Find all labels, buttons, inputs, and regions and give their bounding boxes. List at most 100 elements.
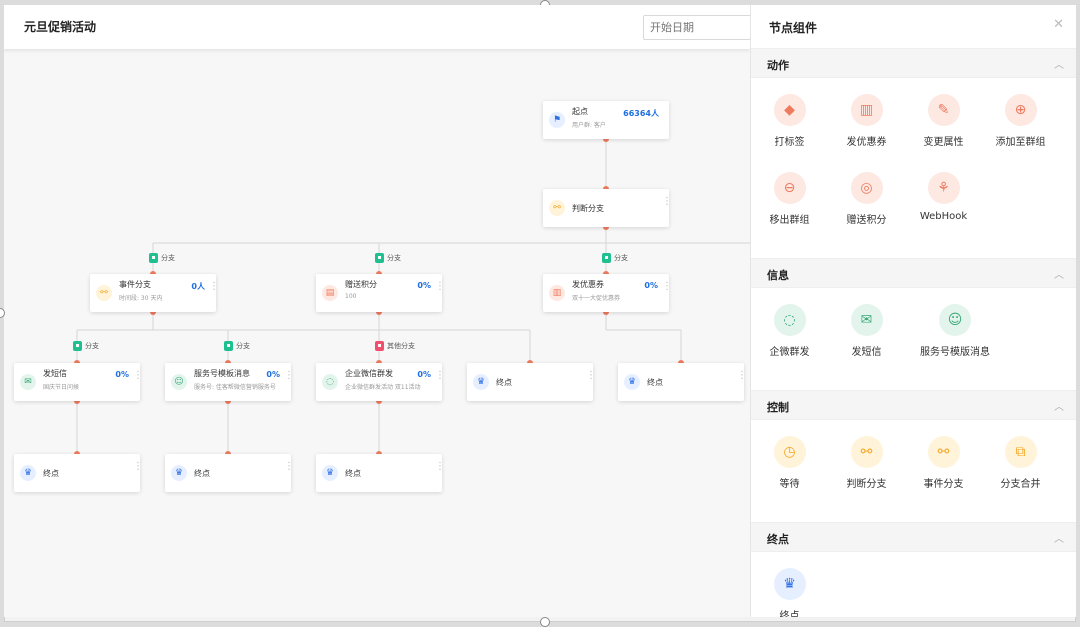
more-menu-icon[interactable]: ⋮ bbox=[133, 371, 143, 381]
component-label: 判断分支 bbox=[846, 479, 887, 490]
branch-tag[interactable]: ▪ 分支 bbox=[149, 253, 175, 263]
other-branch-tag[interactable]: ▪ 其他分支 bbox=[375, 341, 415, 351]
component-label: 添加至群组 bbox=[995, 137, 1046, 148]
more-menu-icon[interactable]: ⋮ bbox=[662, 282, 672, 292]
component-tag[interactable]: ◆ 打标签 bbox=[751, 92, 828, 170]
node-coupon[interactable]: ▥ 发优惠券 双十一大促优惠券 0% ⋮ bbox=[543, 274, 672, 312]
node-stat: 0% bbox=[417, 370, 431, 379]
component-change-attribute[interactable]: ✎ 变更属性 bbox=[905, 92, 982, 170]
more-menu-icon[interactable]: ⋮ bbox=[435, 282, 445, 292]
close-icon[interactable]: ✕ bbox=[1053, 17, 1064, 32]
points-icon: ◎ bbox=[850, 172, 883, 204]
component-label: 分支合并 bbox=[1000, 479, 1041, 490]
branch-tag-label: 分支 bbox=[161, 254, 175, 262]
node-stat: 0% bbox=[266, 370, 280, 379]
node-start[interactable]: ⚑ 起点 用户群: 客户 66364人 bbox=[543, 101, 669, 139]
flag-icon: ⚑ bbox=[549, 112, 565, 128]
merge-icon: ⧉ bbox=[1004, 436, 1037, 468]
node-subtitle: 服务号: 佳客帮微信营销服务号 bbox=[194, 384, 276, 391]
branch-tag[interactable]: ▪ 分支 bbox=[224, 341, 250, 351]
node-end[interactable]: ♛ 终点 ⋮ bbox=[165, 454, 294, 492]
node-subtitle: 企业微信群发活动 双11活动 bbox=[345, 384, 421, 391]
more-menu-icon[interactable]: ⋮ bbox=[662, 197, 672, 207]
component-end[interactable]: ♛ 终点 bbox=[751, 566, 828, 617]
node-template-message[interactable]: ☺ 服务号模板消息 服务号: 佳客帮微信营销服务号 0% ⋮ bbox=[165, 363, 294, 401]
trophy-icon: ♛ bbox=[624, 374, 640, 390]
branch-tag[interactable]: ▪ 分支 bbox=[73, 341, 99, 351]
branch-icon: ▪ bbox=[602, 253, 611, 263]
trophy-icon: ♛ bbox=[171, 465, 187, 481]
start-date-input[interactable] bbox=[643, 15, 750, 40]
node-judge-branch[interactable]: ⚯ 判断分支 ⋮ bbox=[543, 189, 672, 227]
component-label: 等待 bbox=[779, 479, 800, 490]
branch-tag-label: 分支 bbox=[387, 254, 401, 262]
event-branch-icon: ⚯ bbox=[927, 436, 960, 468]
wecom-icon: ◌ bbox=[322, 374, 338, 390]
component-wait[interactable]: ◷ 等待 bbox=[751, 434, 828, 512]
component-add-to-group[interactable]: ⊕ 添加至群组 bbox=[982, 92, 1059, 170]
branch-tag[interactable]: ▪ 分支 bbox=[602, 253, 628, 263]
more-menu-icon[interactable]: ⋮ bbox=[133, 462, 143, 472]
component-label: 移出群组 bbox=[769, 215, 810, 226]
branch-tag[interactable]: ▪ 分支 bbox=[375, 253, 401, 263]
node-stat: 0人 bbox=[191, 282, 205, 291]
component-template-message[interactable]: ☺ 服务号模版消息 bbox=[905, 302, 1005, 380]
node-end[interactable]: ♛ 终点 ⋮ bbox=[467, 363, 596, 401]
node-wecom-broadcast[interactable]: ◌ 企业微信群发 企业微信群发活动 双11活动 0% ⋮ bbox=[316, 363, 445, 401]
webhook-icon: ⚘ bbox=[927, 172, 960, 204]
node-components-panel: 节点组件 ✕ 动作 ︿ ◆ 打标签 ▥ 发优惠券 ✎ 变更属性 ⊕ 添加至群组 … bbox=[750, 5, 1076, 617]
node-gift-points[interactable]: ▤ 赠送积分 100 0% ⋮ bbox=[316, 274, 445, 312]
coupon-icon: ▥ bbox=[850, 94, 883, 126]
component-label: WebHook bbox=[919, 211, 968, 222]
more-menu-icon[interactable]: ⋮ bbox=[737, 371, 747, 381]
component-sms[interactable]: ✉ 发短信 bbox=[828, 302, 905, 380]
trophy-icon: ♛ bbox=[20, 465, 36, 481]
resize-handle-bottom[interactable] bbox=[540, 617, 550, 627]
node-sms[interactable]: ✉ 发短信 国庆节日问候 0% ⋮ bbox=[14, 363, 143, 401]
node-subtitle: 用户群: 客户 bbox=[572, 122, 606, 129]
more-menu-icon[interactable]: ⋮ bbox=[586, 371, 596, 381]
branch-icon: ▪ bbox=[375, 341, 384, 351]
node-end[interactable]: ♛ 终点 ⋮ bbox=[14, 454, 143, 492]
chat-bubble-icon: ◌ bbox=[773, 304, 806, 336]
trophy-icon: ♛ bbox=[473, 374, 489, 390]
component-gift-points[interactable]: ◎ 赠送积分 bbox=[828, 170, 905, 248]
node-stat: 0% bbox=[644, 281, 658, 290]
section-info-header[interactable]: 信息 ︿ bbox=[751, 258, 1076, 288]
template-message-icon: ☺ bbox=[939, 304, 971, 336]
section-action-header[interactable]: 动作 ︿ bbox=[751, 48, 1076, 78]
component-event-branch[interactable]: ⚯ 事件分支 bbox=[905, 434, 982, 512]
branch-icon: ▪ bbox=[375, 253, 384, 263]
branch-split-icon: ⚯ bbox=[850, 436, 883, 468]
more-menu-icon[interactable]: ⋮ bbox=[284, 371, 294, 381]
chevron-up-icon[interactable]: ︿ bbox=[1054, 530, 1064, 545]
node-end[interactable]: ♛ 终点 ⋮ bbox=[316, 454, 445, 492]
campaign-title: 元旦促销活动 bbox=[24, 20, 97, 34]
component-coupon[interactable]: ▥ 发优惠券 bbox=[828, 92, 905, 170]
node-name: 终点 bbox=[647, 378, 663, 387]
component-judge-branch[interactable]: ⚯ 判断分支 bbox=[828, 434, 905, 512]
component-remove-from-group[interactable]: ⊖ 移出群组 bbox=[751, 170, 828, 248]
section-control-header[interactable]: 控制 ︿ bbox=[751, 390, 1076, 420]
node-stat: 0% bbox=[115, 370, 129, 379]
chevron-up-icon[interactable]: ︿ bbox=[1054, 398, 1064, 413]
more-menu-icon[interactable]: ⋮ bbox=[284, 462, 294, 472]
chevron-up-icon[interactable]: ︿ bbox=[1054, 56, 1064, 71]
more-menu-icon[interactable]: ⋮ bbox=[435, 462, 445, 472]
more-menu-icon[interactable]: ⋮ bbox=[209, 282, 219, 292]
component-wecom-broadcast[interactable]: ◌ 企微群发 bbox=[751, 302, 828, 380]
flow-canvas[interactable]: 元旦促销活动 开始日期 ▪ 分支 ▪ 分支 ▪ 分支 ▪ 分支 ▪ 分支 ▪ 其… bbox=[4, 5, 750, 617]
node-event-branch[interactable]: ⚯ 事件分支 时间段: 30 天内 0人 ⋮ bbox=[90, 274, 219, 312]
branch-tag-label: 分支 bbox=[85, 342, 99, 350]
add-user-icon: ⊕ bbox=[1004, 94, 1037, 126]
more-menu-icon[interactable]: ⋮ bbox=[435, 371, 445, 381]
section-end-header[interactable]: 终点 ︿ bbox=[751, 522, 1076, 552]
chevron-up-icon[interactable]: ︿ bbox=[1054, 266, 1064, 281]
node-end[interactable]: ♛ 终点 ⋮ bbox=[618, 363, 747, 401]
node-name: 发短信 bbox=[43, 369, 67, 378]
component-label: 服务号模版消息 bbox=[920, 347, 990, 358]
component-webhook[interactable]: ⚘ WebHook bbox=[905, 170, 982, 248]
node-name: 终点 bbox=[345, 469, 361, 478]
component-branch-merge[interactable]: ⧉ 分支合并 bbox=[982, 434, 1059, 512]
node-name: 终点 bbox=[43, 469, 59, 478]
